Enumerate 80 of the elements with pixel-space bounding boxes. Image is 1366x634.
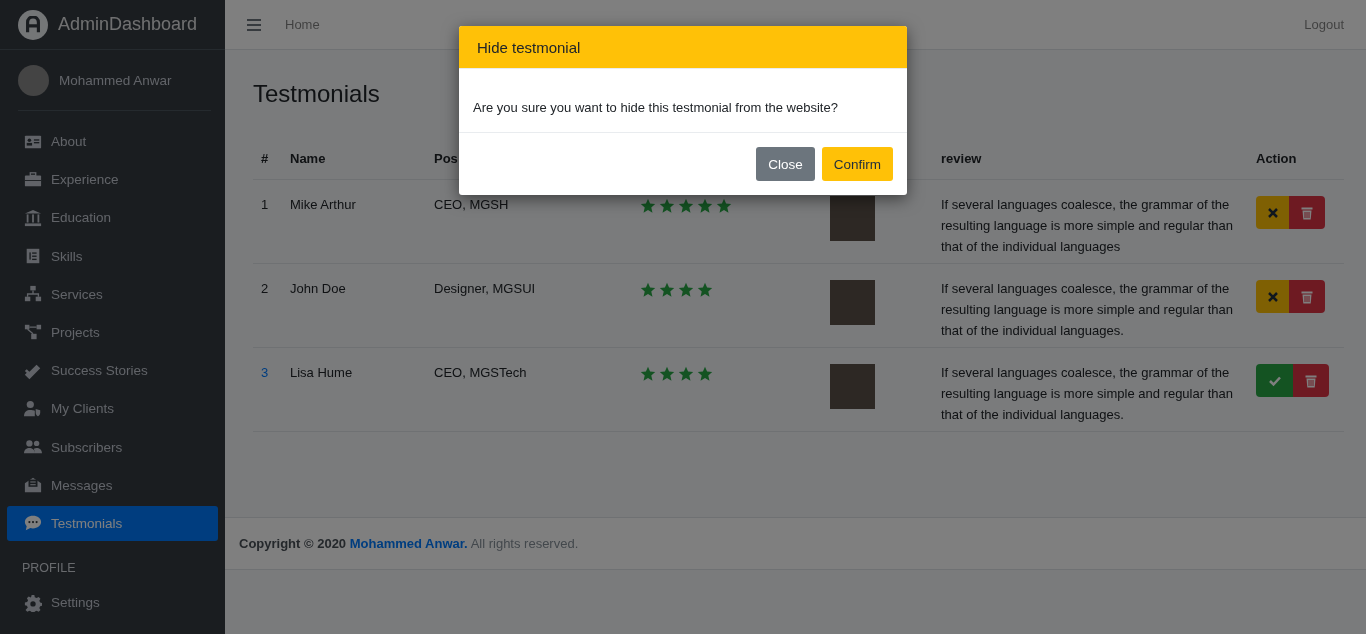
sidebar-item[interactable]: Services bbox=[7, 276, 218, 312]
building-icon bbox=[24, 208, 42, 227]
star-icon bbox=[640, 282, 656, 298]
list-icon bbox=[24, 247, 42, 266]
network-icon bbox=[24, 285, 42, 304]
envelope-icon bbox=[24, 476, 42, 495]
star-icon bbox=[640, 198, 656, 214]
table-cell: CEO, MGSTech bbox=[434, 365, 527, 380]
home-link[interactable]: Home bbox=[285, 17, 320, 32]
star-icon bbox=[716, 198, 732, 214]
star-icon bbox=[659, 198, 675, 214]
table-cell: John Doe bbox=[290, 281, 346, 296]
logo-icon bbox=[18, 9, 48, 40]
briefcase-icon bbox=[24, 170, 42, 189]
user-name[interactable]: Mohammed Anwar bbox=[59, 72, 172, 88]
confirm-button[interactable]: Confirm bbox=[821, 147, 893, 181]
delete-button[interactable] bbox=[1293, 364, 1329, 397]
dialog-title: Hide testmonial bbox=[477, 38, 581, 56]
row-number: 1 bbox=[261, 197, 269, 212]
close-button[interactable]: Close bbox=[756, 147, 815, 181]
delete-button[interactable] bbox=[1289, 280, 1325, 313]
sidebar-item[interactable]: Education bbox=[7, 200, 218, 236]
copyright-text: Copyright © 2020 Mohammed Anwar. All rights reserved. bbox=[239, 536, 579, 551]
sidebar-item[interactable]: Testmonials bbox=[7, 505, 218, 541]
close-icon bbox=[1265, 289, 1280, 304]
table-cell: CEO, MGSH bbox=[434, 197, 509, 212]
section-header: PROFILE bbox=[21, 560, 77, 578]
delete-button[interactable] bbox=[1289, 196, 1325, 229]
sidebar-item[interactable]: About bbox=[7, 124, 218, 159]
photo-placeholder bbox=[830, 280, 875, 325]
diagram-icon bbox=[24, 323, 42, 342]
sidebar-item[interactable]: Experience bbox=[7, 162, 218, 198]
star-icon bbox=[640, 366, 656, 382]
sidebar-item[interactable]: Projects bbox=[7, 314, 218, 350]
column-header: Action bbox=[1248, 138, 1344, 180]
photo-placeholder bbox=[830, 364, 875, 409]
table-cell: Designer, MGSUI bbox=[434, 281, 536, 296]
trash-icon bbox=[1300, 289, 1314, 304]
close-icon bbox=[1265, 205, 1280, 220]
sidebar-item[interactable]: Subscribers bbox=[7, 429, 218, 465]
sidebar-item[interactable]: My Clients bbox=[7, 391, 218, 427]
star-icon bbox=[678, 366, 694, 382]
sidebar-item[interactable]: Success Stories bbox=[7, 353, 218, 389]
sidebar-item[interactable]: Skills bbox=[7, 238, 218, 274]
row-number: 2 bbox=[261, 281, 269, 296]
avatar-placeholder bbox=[18, 64, 49, 96]
star-icon bbox=[678, 282, 694, 298]
review-text: If several languages coalesce, the grammar of the resulting language is more simple and regular than that of the individual languages. bbox=[941, 281, 1233, 338]
page-title: Testmonials bbox=[253, 80, 380, 108]
sidebar-item[interactable]: Messages bbox=[7, 467, 218, 503]
show-button[interactable] bbox=[1256, 364, 1293, 397]
settings-icon bbox=[24, 593, 42, 612]
table-cell: Mike Arthur bbox=[290, 197, 356, 212]
star-icon bbox=[659, 366, 675, 382]
trash-icon bbox=[1304, 373, 1318, 388]
author-link[interactable]: Mohammed Anwar. bbox=[349, 536, 468, 551]
star-icon bbox=[697, 282, 713, 298]
chat-icon bbox=[24, 514, 42, 533]
star-icon bbox=[697, 198, 713, 214]
column-header: # bbox=[253, 138, 282, 180]
star-icon bbox=[678, 198, 694, 214]
review-text: If several languages coalesce, the grammar of the resulting language is more simple and regular than that of the individual languages. bbox=[941, 365, 1233, 422]
column-header: Name bbox=[282, 138, 426, 180]
row-number: 3 bbox=[261, 365, 269, 380]
table-cell: Lisa Hume bbox=[290, 365, 353, 380]
trash-icon bbox=[1300, 205, 1314, 220]
sidebar-item[interactable]: Settings bbox=[7, 585, 218, 621]
menu-icon[interactable] bbox=[247, 18, 261, 31]
users-icon bbox=[24, 438, 42, 456]
hide-button[interactable] bbox=[1256, 196, 1289, 229]
logout-link[interactable]: Logout bbox=[1304, 17, 1344, 32]
star-icon bbox=[659, 282, 675, 298]
user-shield-icon bbox=[24, 399, 42, 418]
dialog-message: Are you sure you want to hide this testmonial from the website? bbox=[473, 100, 838, 115]
hide-button[interactable] bbox=[1256, 280, 1289, 313]
column-header: review bbox=[933, 138, 1248, 180]
review-text: If several languages coalesce, the grammar of the resulting language is more simple and regular than that of the individual languages bbox=[941, 197, 1233, 254]
star-icon bbox=[697, 366, 713, 382]
brand-name[interactable]: AdminDashboard bbox=[58, 14, 198, 35]
photo-placeholder bbox=[830, 196, 875, 241]
